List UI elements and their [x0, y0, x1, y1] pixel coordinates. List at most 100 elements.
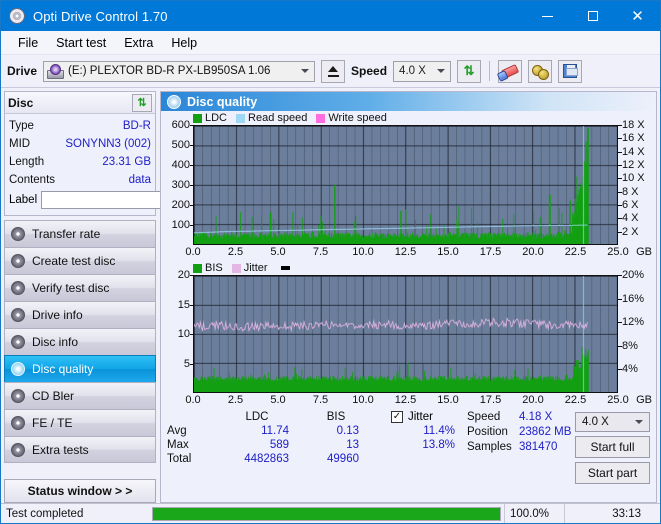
axis-tick-label: 20%: [617, 269, 645, 281]
charts-area: LDC Read speed Write speed 100 200 300 400 5…: [161, 111, 656, 502]
menu-file[interactable]: File: [9, 33, 47, 53]
chart-top-y-axis: 100 200 300 400 500 600: [163, 119, 194, 245]
page-title: Disc quality: [187, 94, 258, 109]
start-full-button[interactable]: Start full: [575, 436, 650, 458]
sidebar-item-label: Create test disc: [32, 254, 116, 268]
brass-icon: [532, 64, 550, 80]
axis-tick-label: 2 X: [618, 225, 639, 238]
chart-bottom-y-axis: 5 10 15 20: [163, 269, 194, 393]
axis-tick-label: 500: [171, 138, 194, 151]
speed-label: Speed: [351, 64, 388, 78]
sidebar-item-label: Verify test disc: [32, 281, 110, 295]
sidebar-item-create-test-disc[interactable]: Create test disc: [4, 247, 156, 274]
sidebar-item-extra-tests[interactable]: Extra tests: [4, 436, 156, 463]
sidebar-item-disc-quality[interactable]: Disc quality: [4, 355, 156, 382]
legend-item-read-speed: Read speed: [236, 112, 307, 124]
axis-tick-label: 7.5: [312, 394, 329, 406]
axis-tick-label: 12.5: [394, 394, 417, 406]
sidebar-item-cd-bler[interactable]: CD Bler: [4, 382, 156, 409]
sidebar-item-transfer-rate[interactable]: Transfer rate: [4, 220, 156, 247]
statistics-grid: LDC BIS ✓ Jitter Avg 11.74 0.13 11.4% Ma…: [167, 411, 467, 465]
disc-icon: [11, 362, 25, 376]
status-message: Test completed: [6, 507, 84, 520]
status-window-button[interactable]: Status window > >: [4, 479, 156, 503]
chart-bottom-y2-axis: 4% 8% 12% 16% 20%: [617, 269, 654, 393]
axis-tick-label: 100: [171, 219, 194, 231]
disc-icon: [11, 254, 25, 268]
sidebar-item-disc-info[interactable]: Disc info: [4, 328, 156, 355]
chart-disc-quality-ldc: LDC Read speed Write speed 100 200 300 400 5…: [163, 111, 654, 261]
disc-row-length-value: 23.31 GB: [102, 156, 151, 168]
sidebar-item-verify-test-disc[interactable]: Verify test disc: [4, 274, 156, 301]
stats-header-ldc: LDC: [245, 411, 269, 423]
axis-tick-label: 15: [177, 298, 194, 311]
disc-row-type-key: Type: [9, 120, 34, 132]
chart-top-plot-wrap: 100 200 300 400 500 600 2 X4 X6 X8 X 10 X 12 X1…: [163, 119, 654, 245]
chart-bottom-x-unit: GB: [636, 394, 652, 406]
status-bar: Test completed 100.0% 33:13: [1, 503, 660, 523]
resize-grip[interactable]: [646, 504, 660, 523]
start-part-button[interactable]: Start part: [575, 462, 650, 484]
maximize-button[interactable]: [570, 1, 615, 31]
settings-button[interactable]: [528, 59, 553, 83]
jitter-label: Jitter: [408, 411, 433, 423]
sidebar-item-label: Disc info: [32, 335, 79, 349]
disc-row-contents-value: data: [128, 174, 151, 186]
chevron-down-icon: [635, 418, 644, 427]
axis-tick-label: 12.5: [394, 246, 417, 258]
chart-top-y2-axis: 2 X4 X6 X8 X 10 X 12 X 14 X 16 X 18 X: [618, 119, 654, 245]
menu-extra[interactable]: Extra: [115, 33, 162, 53]
axis-tick-label: 4%: [618, 363, 638, 376]
sidebar-item-drive-info[interactable]: Drive info: [4, 301, 156, 328]
disc-info-panel: Disc ⇅ Type BD-R MID SONYNN3 (002) Lengt…: [4, 91, 245, 216]
chart-top-plot[interactable]: [193, 125, 618, 245]
disc-row-type-value: BD-R: [122, 120, 151, 132]
erase-button[interactable]: [498, 59, 523, 83]
sidebar-item-fe-te[interactable]: FE / TE: [4, 409, 156, 436]
menu-start-test[interactable]: Start test: [47, 33, 115, 53]
menu-help[interactable]: Help: [162, 33, 206, 53]
speed-select-value: 4.0 X: [399, 65, 426, 77]
jitter-checkbox[interactable]: ✓: [391, 411, 403, 423]
axis-tick-label: 10: [177, 328, 194, 340]
close-icon: ✕: [631, 6, 644, 25]
disc-row-length-key: Length: [9, 156, 45, 168]
drive-select[interactable]: (E:) PLEXTOR BD-R PX-LB950SA 1.06: [43, 60, 316, 82]
axis-tick-label: 5.0: [270, 394, 286, 406]
chart-bottom-plot-wrap: 5 10 15 20 4% 8% 12% 16% 20%: [163, 269, 654, 393]
eject-button[interactable]: [321, 59, 346, 83]
legend-item-jitter: Jitter: [231, 262, 268, 274]
stats-row-max-key: Max: [167, 439, 189, 451]
disc-row-mid-value: SONYNN3 (002): [65, 138, 151, 150]
axis-tick-label: 2.5: [227, 246, 244, 258]
disc-panel-title: Disc: [8, 95, 34, 110]
legend-item-write-speed: Write speed: [316, 112, 387, 124]
main-panel-header: Disc quality: [161, 92, 656, 111]
sidebar-item-label: Drive info: [32, 308, 83, 322]
test-controls: 4.0 X Start full Start part: [575, 411, 650, 485]
drive-label: Drive: [7, 64, 38, 78]
axis-tick-label: 17.5: [479, 394, 502, 406]
legend-label-read-speed: Read speed: [248, 112, 308, 124]
refresh-button[interactable]: ⇅: [457, 59, 482, 83]
disc-refresh-button[interactable]: ⇅: [132, 93, 152, 112]
axis-tick-label: 16 X: [618, 132, 645, 145]
menu-bar: File Start test Extra Help: [1, 31, 660, 55]
stats-row-max-bis: 13: [346, 439, 359, 451]
axis-tick-label: 22.5: [564, 394, 587, 406]
legend-swatch-write-speed: [316, 113, 326, 123]
application-window: Opti Drive Control 1.70 ✕ File Start tes…: [0, 0, 661, 524]
axis-tick-label: 10.0: [352, 394, 374, 406]
speed-select[interactable]: 4.0 X: [393, 60, 452, 82]
chart-bottom-legend: BIS Jitter: [163, 261, 654, 275]
save-button[interactable]: [558, 59, 583, 83]
optical-drive-icon: [47, 64, 65, 79]
close-button[interactable]: ✕: [615, 1, 660, 31]
test-speed-select[interactable]: 4.0 X: [575, 412, 650, 432]
chart-bottom-plot[interactable]: [193, 275, 618, 393]
minimize-button[interactable]: [525, 1, 570, 31]
legend-label-bis: BIS: [205, 262, 223, 274]
disc-icon: [11, 308, 25, 322]
progress-area: [149, 504, 504, 523]
